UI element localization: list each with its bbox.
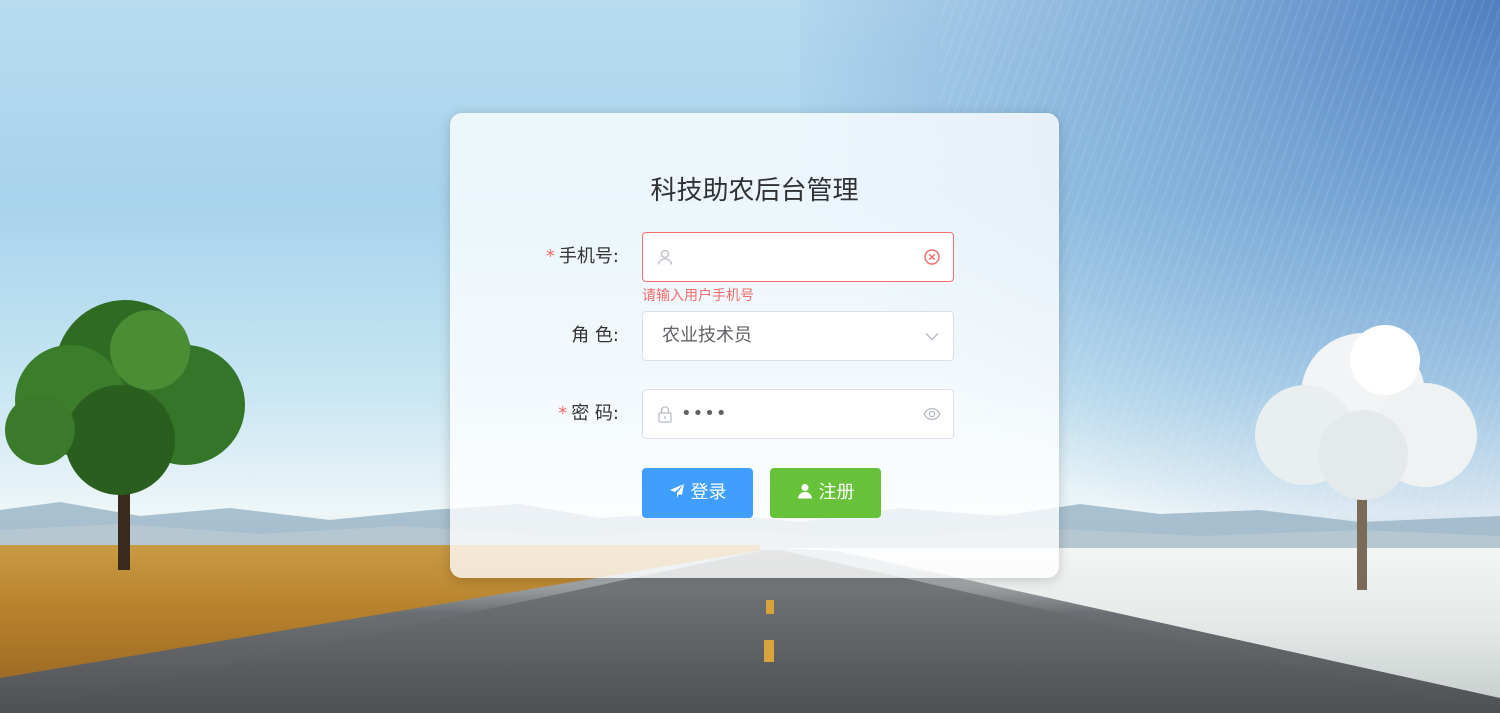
required-mark: * (558, 403, 568, 424)
user-solid-icon (797, 484, 812, 499)
green-tree (5, 300, 245, 570)
role-select[interactable]: 农业技术员 (642, 311, 954, 361)
password-label-text: 密 码: (571, 403, 619, 424)
circle-close-icon[interactable] (923, 248, 941, 266)
phone-form-item: * 手机号: (450, 232, 1059, 283)
page-title: 科技助农后台管理 (650, 176, 859, 206)
register-button[interactable]: 注册 (770, 468, 881, 518)
phone-label: * 手机号: (546, 232, 619, 282)
phone-label-text: 手机号: (558, 246, 619, 267)
login-page-background: 科技助农后台管理 * 手机号: 请输入用户手机号 角 色: 农业技术员 * 密 … (0, 0, 1500, 713)
role-selected-value: 农业技术员 (662, 325, 752, 346)
role-form-item: 角 色: 农业技术员 (450, 311, 1059, 361)
road-marking (764, 640, 774, 662)
password-input[interactable]: •••• (681, 390, 913, 438)
password-form-item: * 密 码: •••• (450, 389, 1059, 439)
chevron-down-icon (925, 333, 939, 341)
phone-input[interactable] (681, 233, 913, 283)
phone-error-message: 请输入用户手机号 (642, 288, 754, 304)
paper-plane-icon (669, 484, 684, 498)
password-input-wrapper[interactable]: •••• (642, 389, 954, 439)
lock-icon (658, 406, 672, 423)
login-button-label: 登录 (690, 482, 727, 503)
user-icon (657, 249, 673, 265)
phone-input-wrapper[interactable] (642, 232, 954, 283)
password-label: * 密 码: (558, 389, 619, 439)
role-label: 角 色: (571, 325, 619, 346)
login-card: 科技助农后台管理 * 手机号: 请输入用户手机号 角 色: 农业技术员 * 密 … (450, 113, 1059, 578)
snow-tree (1255, 325, 1477, 590)
road-marking (766, 600, 774, 614)
required-mark: * (545, 246, 555, 267)
login-button[interactable]: 登录 (642, 468, 753, 518)
register-button-label: 注册 (818, 482, 855, 503)
eye-icon[interactable] (923, 405, 941, 423)
